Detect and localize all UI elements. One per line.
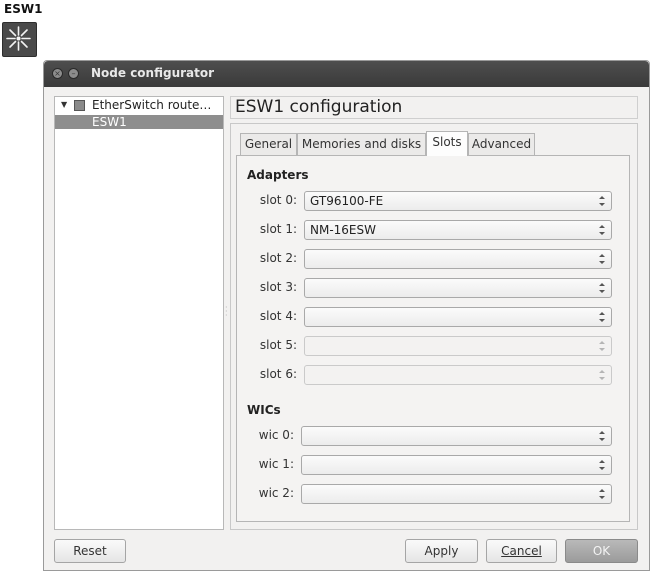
updown-arrow-icon bbox=[599, 341, 605, 351]
slot-1-select[interactable]: NM-16ESW bbox=[304, 220, 612, 240]
wic-1-select[interactable] bbox=[301, 455, 612, 475]
updown-arrow-icon bbox=[599, 431, 605, 441]
wic-0-label: wic 0: bbox=[258, 428, 294, 442]
wics-group-title: WICs bbox=[247, 403, 281, 417]
slot-2-select[interactable] bbox=[304, 249, 612, 269]
cancel-button[interactable]: Cancel bbox=[486, 539, 557, 563]
node-label: ESW1 bbox=[4, 2, 43, 16]
tree-item-esw1[interactable]: ESW1 bbox=[55, 115, 223, 129]
slot-4-label: slot 4: bbox=[259, 309, 297, 323]
wic-0-select[interactable] bbox=[301, 426, 612, 446]
apply-button[interactable]: Apply bbox=[405, 539, 478, 563]
slot-0-label: slot 0: bbox=[259, 193, 297, 207]
slot-3-label: slot 3: bbox=[259, 280, 297, 294]
node-tree[interactable]: ▼ EtherSwitch route… ESW1 bbox=[54, 96, 224, 530]
tab-slots[interactable]: Slots bbox=[426, 131, 468, 156]
updown-arrow-icon bbox=[599, 489, 605, 499]
close-icon[interactable]: × bbox=[52, 68, 63, 79]
updown-arrow-icon bbox=[599, 283, 605, 293]
window-title: Node configurator bbox=[91, 66, 215, 80]
adapters-group-title: Adapters bbox=[247, 168, 309, 182]
updown-arrow-icon bbox=[599, 254, 605, 264]
tab-general[interactable]: General bbox=[240, 133, 297, 156]
router-icon bbox=[74, 100, 85, 111]
tab-advanced[interactable]: Advanced bbox=[468, 133, 535, 156]
expand-arrow-icon[interactable]: ▼ bbox=[61, 100, 67, 109]
slot-5-select[interactable] bbox=[304, 336, 612, 356]
slot-2-label: slot 2: bbox=[259, 251, 297, 265]
wic-1-label: wic 1: bbox=[258, 457, 294, 471]
slot-0-value: GT96100-FE bbox=[310, 194, 384, 208]
slot-3-select[interactable] bbox=[304, 278, 612, 298]
updown-arrow-icon bbox=[599, 370, 605, 380]
slot-4-select[interactable] bbox=[304, 307, 612, 327]
slot-6-select[interactable] bbox=[304, 365, 612, 385]
slot-5-label: slot 5: bbox=[259, 338, 297, 352]
wic-2-label: wic 2: bbox=[258, 486, 294, 500]
slot-6-label: slot 6: bbox=[259, 367, 297, 381]
updown-arrow-icon bbox=[599, 460, 605, 470]
config-title-box: ESW1 configuration bbox=[230, 96, 638, 119]
slot-1-label: slot 1: bbox=[259, 222, 297, 236]
updown-arrow-icon bbox=[599, 225, 605, 235]
updown-arrow-icon bbox=[599, 196, 605, 206]
tree-item-etherswitch-router[interactable]: ▼ EtherSwitch route… bbox=[55, 97, 223, 115]
window-titlebar[interactable]: × – Node configurator bbox=[44, 61, 649, 87]
tree-item-label: EtherSwitch route… bbox=[92, 98, 212, 112]
tree-item-label: ESW1 bbox=[92, 115, 127, 129]
updown-arrow-icon bbox=[599, 312, 605, 322]
splitter-handle[interactable]: · · · bbox=[225, 304, 228, 320]
tab-memories-and-disks[interactable]: Memories and disks bbox=[297, 133, 426, 156]
slot-0-select[interactable]: GT96100-FE bbox=[304, 191, 612, 211]
page-title: ESW1 configuration bbox=[235, 97, 403, 117]
node-configurator-window: × – Node configurator ▼ EtherSwitch rout… bbox=[43, 60, 650, 571]
reset-button[interactable]: Reset bbox=[54, 539, 126, 563]
minimize-icon[interactable]: – bbox=[68, 68, 79, 79]
ethernet-switch-icon[interactable] bbox=[2, 22, 37, 57]
slot-1-value: NM-16ESW bbox=[310, 223, 376, 237]
ok-button[interactable]: OK bbox=[565, 539, 638, 563]
wic-2-select[interactable] bbox=[301, 484, 612, 504]
